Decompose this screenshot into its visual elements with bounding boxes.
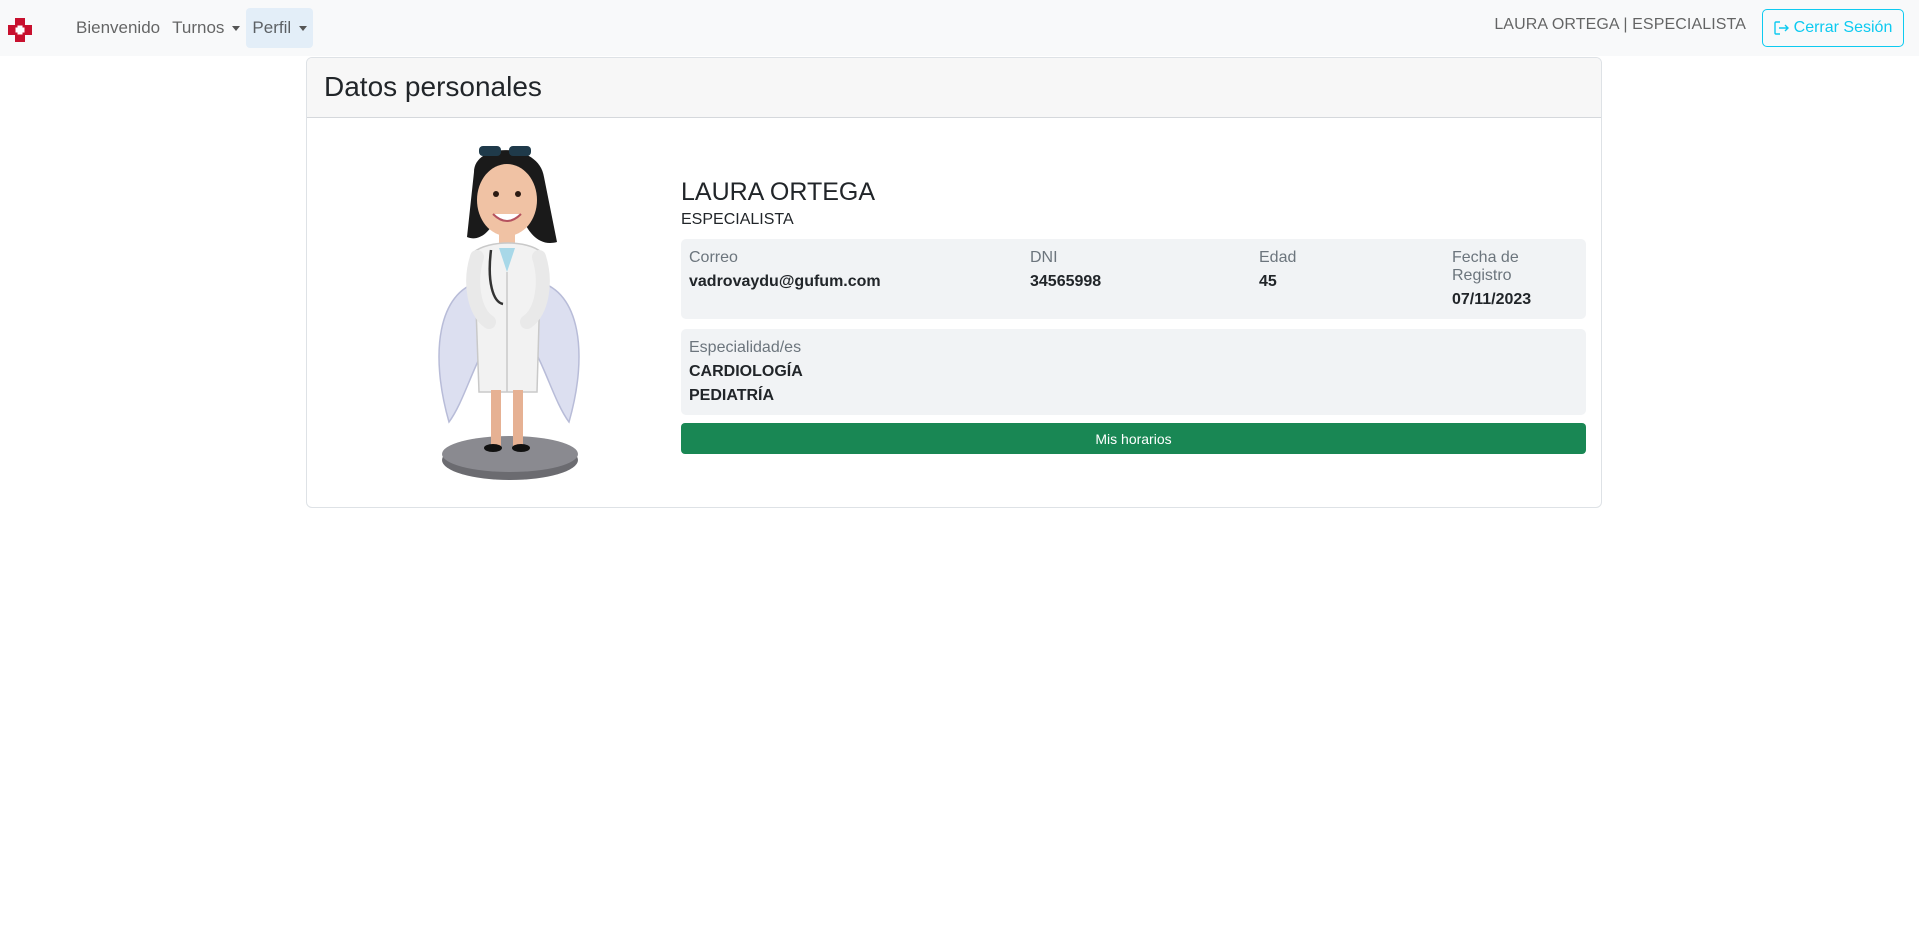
nav-link-bienvenido[interactable]: Bienvenido (70, 8, 166, 48)
logout-label: Cerrar Sesión (1793, 19, 1893, 36)
nav-link-label: Turnos (172, 18, 225, 37)
age-column: Edad 45 (1259, 249, 1452, 309)
nav-dropdown-perfil[interactable]: Perfil (246, 8, 314, 48)
nav-link-label: Bienvenido (76, 18, 161, 37)
profile-card: Datos personales LAURA ORTEGA ESPECIALIS… (306, 57, 1602, 508)
profile-avatar (419, 132, 599, 492)
registration-label: Fecha de Registro (1452, 249, 1519, 284)
card-header: Datos personales (307, 58, 1601, 118)
caret-down-icon (232, 25, 241, 31)
medical-cross-logo[interactable] (4, 14, 36, 46)
dni-column: DNI 34565998 (1030, 249, 1259, 309)
top-navbar: Bienvenido Turnos Perfil LAURA ORTEGA | … (0, 0, 1919, 56)
email-column: Correo vadrovaydu@gufum.com (689, 249, 1030, 309)
personal-details-box: Correo vadrovaydu@gufum.com DNI 34565998… (681, 239, 1586, 319)
profile-role: ESPECIALISTA (681, 211, 794, 228)
dni-value: 34565998 (1030, 273, 1102, 290)
schedule-button[interactable]: Mis horarios (681, 423, 1586, 454)
caret-down-icon (299, 25, 308, 31)
profile-info: LAURA ORTEGA ESPECIALISTA Correo vadrova… (681, 178, 1586, 454)
specialties-box: Especialidad/es CARDIOLOGÍA PEDIATRÍA (681, 329, 1586, 415)
card-title: Datos personales (324, 71, 542, 102)
details-row: Correo vadrovaydu@gufum.com DNI 34565998… (689, 249, 1578, 309)
email-value: vadrovaydu@gufum.com (689, 273, 881, 290)
age-label: Edad (1259, 249, 1297, 266)
email-label: Correo (689, 249, 738, 266)
age-value: 45 (1259, 273, 1277, 290)
dni-label: DNI (1030, 249, 1058, 266)
profile-name: LAURA ORTEGA (681, 178, 876, 206)
logout-button[interactable]: Cerrar Sesión (1762, 9, 1904, 47)
nav-link-label: Perfil (252, 18, 292, 37)
nav-dropdown-turnos[interactable]: Turnos (166, 8, 246, 48)
specialties-label: Especialidad/es (689, 339, 802, 356)
nav-links: Bienvenido Turnos Perfil (70, 8, 314, 48)
specialty-item: CARDIOLOGÍA (689, 363, 803, 380)
user-role-label: LAURA ORTEGA | ESPECIALISTA (1494, 16, 1746, 33)
registration-column: Fecha de Registro 07/11/2023 (1452, 249, 1578, 309)
registration-value: 07/11/2023 (1452, 291, 1532, 308)
specialty-item: PEDIATRÍA (689, 387, 775, 404)
schedule-button-label: Mis horarios (1095, 430, 1172, 447)
logout-icon (1773, 21, 1789, 35)
